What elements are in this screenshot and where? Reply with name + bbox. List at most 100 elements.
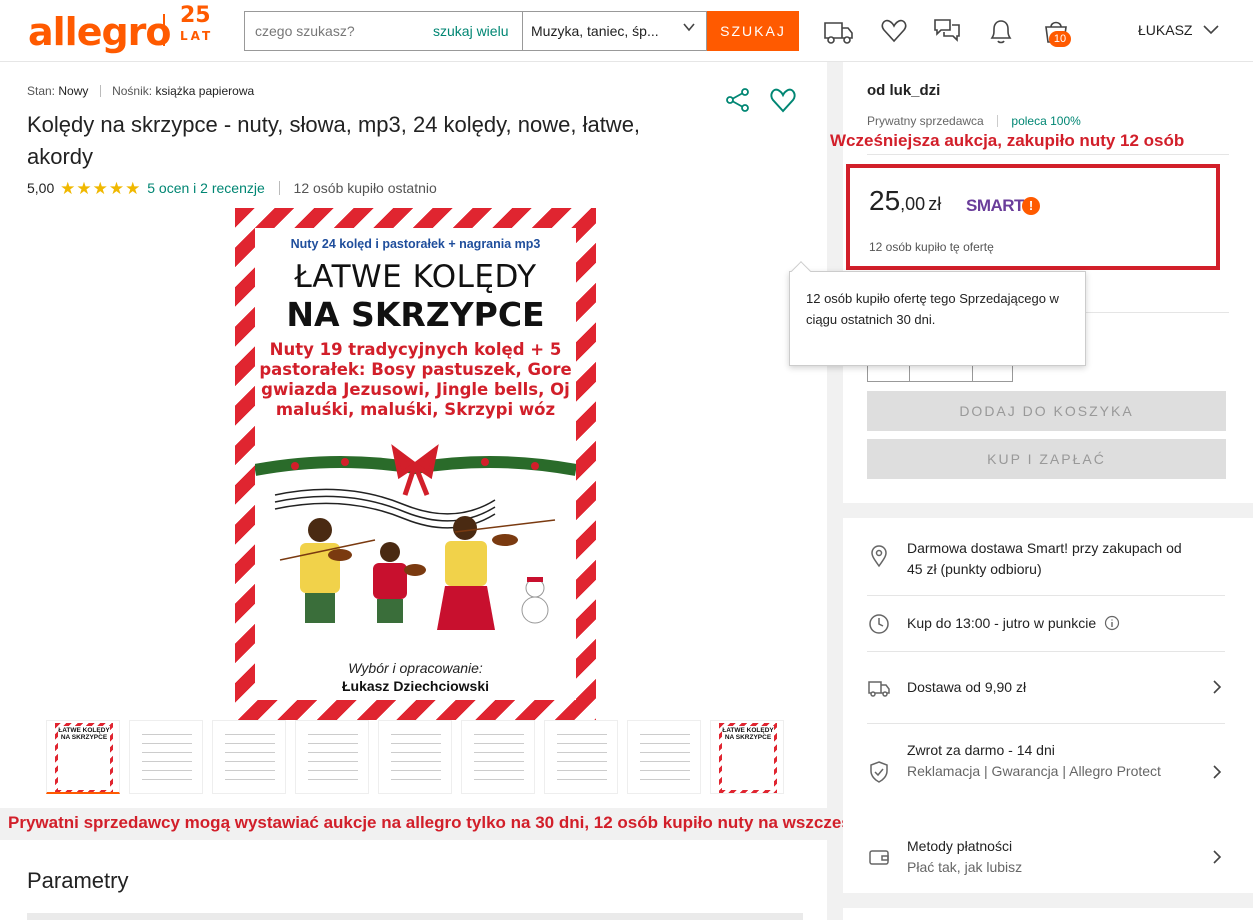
price: 25,00 zł (869, 185, 941, 217)
condition-label: Stan: (27, 84, 56, 98)
share-icon[interactable] (724, 86, 752, 114)
thumbnail-7[interactable] (544, 720, 618, 794)
cover-title-line1: ŁATWE KOLĘDY (294, 259, 537, 295)
thumbnail-4[interactable] (295, 720, 369, 794)
medium-value: książka papierowa (155, 84, 255, 98)
divider (867, 595, 1225, 596)
parameters-title: Parametry (27, 868, 129, 893)
search-button[interactable]: SZUKAJ (707, 11, 799, 51)
thumbnail-pages-image (142, 729, 192, 787)
parameters-card: Parametry (0, 840, 827, 920)
bought-offer-count[interactable]: 12 osób kupiło tę ofertę (869, 240, 994, 254)
chevron-down-icon (682, 20, 696, 39)
divider (997, 115, 999, 127)
smart-badge[interactable]: SMART (966, 196, 1024, 216)
seller-info: Prywatny sprzedawca poleca 100% (867, 114, 1081, 128)
search-input[interactable]: czego szukasz? szukaj wielu (244, 11, 523, 51)
deadline-text: Kup do 13:00 - jutro w punkcie (907, 613, 1197, 634)
thumbnail-cover-title: ŁATWE KOLĘDY NA SKRZYPCE (58, 727, 110, 741)
cover-title-line2: NA SKRZYPCE (286, 295, 545, 334)
category-select[interactable]: Muzyka, taniec, śp... (522, 11, 707, 51)
bell-icon[interactable] (986, 16, 1016, 46)
search-placeholder: czego szukasz? (255, 23, 355, 39)
divider (867, 154, 1229, 155)
location-pin-icon (867, 544, 891, 568)
add-to-cart-button[interactable]: DODAJ DO KOSZYKA (867, 391, 1226, 431)
cover-credit: Wybór i opracowanie: (348, 660, 483, 676)
chevron-down-icon[interactable] (1200, 18, 1222, 40)
heart-outline-icon[interactable] (768, 86, 798, 114)
divider (278, 181, 280, 195)
delivery-cost-row[interactable]: Dostawa od 9,90 zł (867, 676, 1225, 700)
rating-stars: ★★★★★ (60, 179, 142, 198)
payment-title: Metody płatności (907, 838, 1013, 854)
thumbnail-cover-title: ŁATWE KOLĘDY NA SKRZYPCE (722, 727, 774, 741)
thumbnail-2[interactable] (129, 720, 203, 794)
product-main-image[interactable]: Nuty 24 kolęd i pastorałek + nagrania mp… (235, 208, 596, 720)
product-meta: Stan: Nowy Nośnik: książka papierowa (27, 84, 254, 98)
info-icon[interactable] (1104, 615, 1120, 631)
thumbnail-9[interactable]: ŁATWE KOLĘDY NA SKRZYPCE (710, 720, 784, 794)
rating-row: 5,00 ★★★★★ 5 ocen i 2 recenzje 12 osób k… (27, 179, 437, 199)
logo-divider (163, 14, 165, 46)
allegro-logo[interactable]: allegro (28, 10, 172, 54)
anniversary-number: 25 (180, 3, 211, 28)
delivery-card: Darmowa dostawa Smart! przy zakupach od … (843, 518, 1253, 893)
thumbnail-3[interactable] (212, 720, 286, 794)
price-box: 25,00 zł SMART ! 12 osób kupiło tę ofertę (846, 164, 1220, 270)
thumbnail-sheet-music-image (308, 729, 358, 787)
thumbnail-1[interactable]: ŁATWE KOLĘDY NA SKRZYPCE (46, 720, 120, 794)
returns-sub: Reklamacja | Gwarancja | Allegro Protect (907, 763, 1161, 779)
payment-sub: Płać tak, jak lubisz (907, 859, 1023, 875)
cart-count-badge: 10 (1049, 31, 1071, 47)
payment-text: Metody płatności Płać tak, jak lubisz (907, 836, 1197, 878)
search-many-link[interactable]: szukaj wielu (433, 23, 508, 39)
cover-author: Łukasz Dziechciowski (341, 678, 490, 694)
clock-icon (867, 612, 891, 636)
chevron-right-icon (1209, 679, 1225, 695)
thumbnail-pages-image (225, 729, 275, 787)
thumbnail-sheet-music-image (557, 729, 607, 787)
chevron-right-icon (1209, 764, 1225, 780)
divider (867, 651, 1225, 652)
category-select-value: Muzyka, taniec, śp... (531, 23, 659, 39)
thumbnail-sheet-music-image (640, 729, 690, 787)
condition-value: Nowy (58, 84, 89, 98)
free-delivery-text: Darmowa dostawa Smart! przy zakupach od … (907, 540, 1182, 577)
seller-type: Prywatny sprzedawca (867, 114, 984, 128)
thumbnail-sheet-music-image (391, 729, 441, 787)
deadline-label: Kup do 13:00 - jutro w punkcie (907, 615, 1097, 631)
medium-label: Nośnik: (112, 84, 153, 98)
annotation-top: Wcześniejsza aukcja, zakupiło nuty 12 os… (830, 131, 1185, 150)
returns-title: Zwrot za darmo - 14 dni (907, 742, 1055, 758)
product-title: Kolędy na skrzypce - nuty, słowa, mp3, 2… (27, 112, 641, 169)
payment-row[interactable]: Metody płatności Płać tak, jak lubisz (867, 836, 1225, 878)
price-decimal: ,00 (900, 194, 926, 214)
user-menu[interactable]: ŁUKASZ (1138, 22, 1192, 38)
delivery-truck-icon (867, 676, 891, 700)
parameters-table-header (27, 913, 803, 920)
shield-check-icon (867, 760, 891, 784)
seller-recommend[interactable]: poleca 100% (1011, 114, 1080, 128)
heart-icon[interactable] (879, 16, 909, 46)
thumbnail-8[interactable] (627, 720, 701, 794)
thumbnail-6[interactable] (461, 720, 535, 794)
bought-recently: 12 osób kupiło ostatnio (293, 180, 437, 196)
rating-value: 5,00 (27, 180, 55, 196)
returns-text: Zwrot za darmo - 14 dni Reklamacja | Gwa… (907, 740, 1197, 782)
ratings-link[interactable]: 5 ocen i 2 recenzje (147, 180, 265, 196)
chat-icon[interactable] (932, 16, 962, 46)
price-currency: zł (928, 194, 942, 214)
delivery-truck-icon[interactable] (822, 16, 853, 46)
cover-top-line: Nuty 24 kolęd i pastorałek + nagrania mp… (290, 237, 541, 251)
delivery-cost-text: Dostawa od 9,90 zł (907, 679, 1027, 695)
next-card (843, 908, 1253, 920)
returns-row[interactable]: Zwrot za darmo - 14 dni Reklamacja | Gwa… (867, 740, 1225, 804)
buy-now-button[interactable]: KUP I ZAPŁAĆ (867, 439, 1226, 479)
anniversary-word: LAT (180, 29, 214, 43)
thumbnail-5[interactable] (378, 720, 452, 794)
price-integer: 25 (869, 185, 901, 216)
seller-name[interactable]: od luk_dzi (867, 82, 940, 99)
tooltip-text: 12 osób kupiło ofertę tego Sprzedającego… (806, 291, 1059, 327)
divider (867, 723, 1225, 724)
